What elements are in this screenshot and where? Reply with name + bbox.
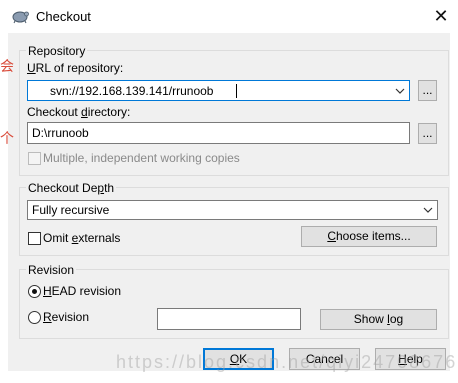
omit-externals-label: Omit externals (43, 231, 121, 245)
show-log-button[interactable]: Show log (320, 309, 437, 330)
depth-select[interactable]: Fully recursive (27, 200, 438, 220)
chevron-down-icon[interactable] (391, 81, 409, 100)
csdn-watermark: https://blog.csdn.net/qiyi24708676 (116, 352, 458, 372)
text-caret (236, 84, 237, 98)
checkout-directory-input[interactable]: D:\rrunoob (27, 122, 410, 144)
chevron-down-icon[interactable] (419, 201, 437, 219)
checkout-depth-group-title: Checkout Depth (26, 181, 117, 195)
title-bar: Checkout ✕ (0, 0, 458, 33)
background-side-char: 会 (0, 58, 14, 74)
radio-selected-dot (32, 289, 37, 294)
url-value: svn://192.168.139.141/rrunoob (50, 84, 214, 98)
background-left-strip (0, 33, 8, 383)
background-side-char: 个 (0, 130, 14, 146)
revision-group-title: Revision (26, 263, 77, 277)
url-combobox[interactable]: svn://192.168.139.141/rrunoob (27, 80, 410, 101)
checkout-directory-label: Checkout directory: (27, 105, 131, 119)
close-icon[interactable]: ✕ (426, 2, 456, 30)
checkout-dialog: 会 个 Checkout ✕ Repository URL of reposit… (0, 0, 458, 383)
directory-browse-button[interactable]: ... (418, 123, 437, 144)
head-revision-radio[interactable] (28, 285, 41, 298)
depth-selected-value: Fully recursive (32, 203, 110, 217)
multiple-working-copies-label: Multiple, independent working copies (43, 151, 240, 165)
head-revision-label: HEAD revision (43, 284, 122, 298)
revision-label: Revision (43, 310, 90, 324)
choose-items-button[interactable]: Choose items... (301, 226, 437, 247)
repository-group-title: Repository (26, 44, 88, 58)
background-right-strip (450, 33, 458, 383)
url-label: URL of repository: (27, 61, 124, 75)
omit-externals-checkbox[interactable] (28, 232, 41, 245)
revision-input[interactable] (157, 308, 301, 330)
window-title: Checkout (36, 9, 91, 24)
multiple-working-copies-checkbox[interactable] (28, 152, 41, 165)
revision-radio[interactable] (28, 311, 41, 324)
url-browse-button[interactable]: ... (418, 80, 437, 101)
tortoisesvn-icon (12, 11, 29, 24)
